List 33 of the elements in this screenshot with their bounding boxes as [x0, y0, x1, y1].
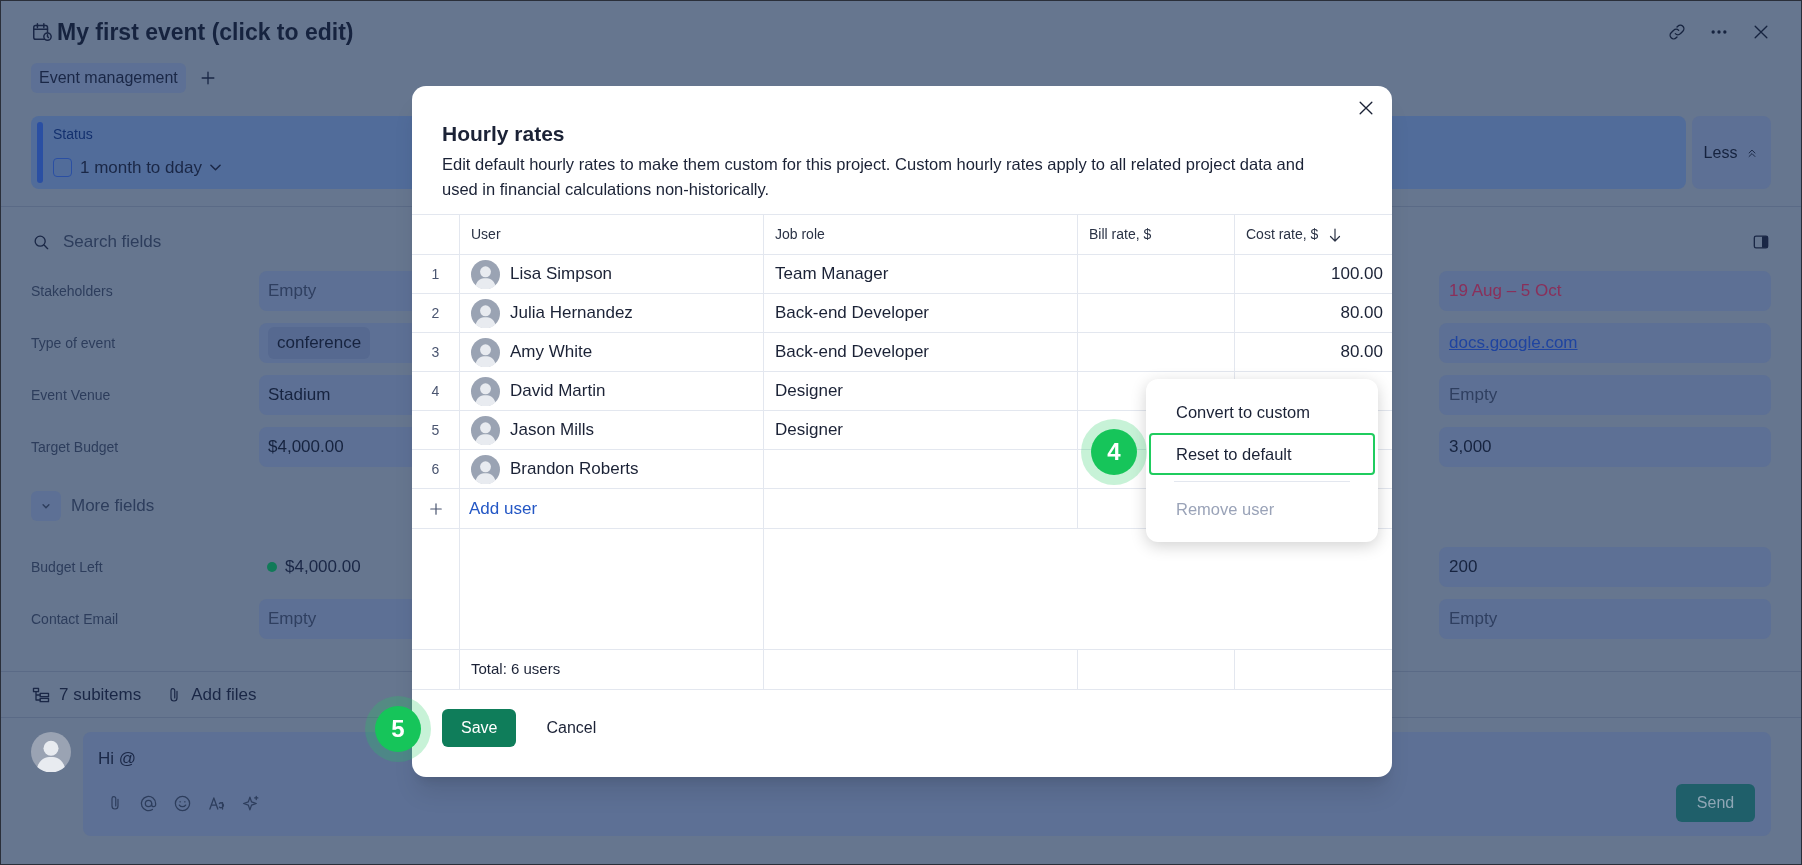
job-role: Back-end Developer: [775, 341, 930, 364]
dialog-title: Hourly rates: [442, 121, 566, 147]
job-role: Team Manager: [775, 263, 889, 286]
row-number: 1: [431, 264, 440, 284]
field-label: Target Budget: [31, 437, 120, 457]
dialog-description: Edit default hourly rates to make them custom for this project. Custom hourly rates apply to all related project data and used in financial calculations non-historically.: [442, 153, 1306, 200]
field-label: Budget Left: [31, 557, 104, 577]
row-number: 6: [431, 459, 440, 479]
job-role: Back-end Developer: [775, 302, 930, 325]
field-label: Event Venue: [31, 385, 112, 405]
user-name: Amy White: [510, 341, 593, 364]
row-number: 3: [431, 342, 440, 362]
user-name: David Martin: [510, 380, 606, 403]
row-number: 4: [431, 381, 440, 401]
user-name: Julia Hernandez: [510, 302, 633, 325]
field-label: Contact Email: [31, 609, 120, 629]
user-name: Brandon Roberts: [510, 458, 639, 481]
status-label: Status: [53, 125, 94, 144]
user-name: Lisa Simpson: [510, 263, 613, 286]
cost-rate: 80.00: [1340, 302, 1383, 325]
comment-text: Hi @: [98, 749, 137, 768]
row-number: 5: [431, 420, 440, 440]
field-label: Stakeholders: [31, 281, 114, 301]
user-name: Jason Mills: [510, 419, 595, 442]
row-number: 2: [431, 303, 440, 323]
cost-rate: 100.00: [1331, 263, 1383, 286]
menu-item: Remove user: [1149, 488, 1375, 530]
total-label: Total: 6 users: [471, 659, 561, 680]
job-role: Designer: [775, 380, 844, 403]
field-label: Type of event: [31, 333, 117, 353]
cost-rate: 80.00: [1340, 341, 1383, 364]
job-role: Designer: [775, 419, 844, 442]
field-value: $4,000.00: [285, 556, 361, 579]
